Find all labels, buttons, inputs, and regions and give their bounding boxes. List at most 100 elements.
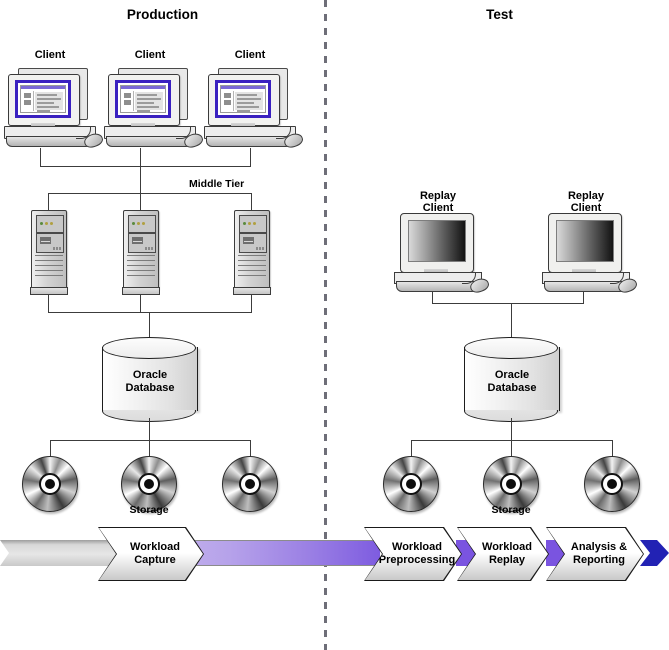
server-base: [30, 287, 68, 295]
database-label-line2: Database: [125, 382, 175, 394]
replay-client-label-1-line1: Replay: [419, 190, 457, 202]
production-storage-disc-1: [22, 456, 78, 512]
server-case: [234, 210, 270, 290]
database-label: Oracle Database: [464, 369, 560, 395]
server-indicator-leds: [145, 247, 153, 250]
server-base: [122, 287, 160, 295]
middletier-server1-uplink: [48, 193, 49, 210]
middle-tier-server-2: [122, 210, 160, 295]
test-storage-disc-3: [584, 456, 640, 512]
server1-downlink: [48, 295, 49, 312]
workload-capture-line1: Workload: [130, 541, 180, 553]
connector-client1-drop: [40, 148, 41, 166]
client-label-1: Client: [34, 49, 66, 61]
database-label-line2: Database: [487, 382, 537, 394]
replay-client-label-2-line1: Replay: [567, 190, 605, 202]
workload-preprocessing-line1: Workload: [392, 541, 442, 553]
window-sidebar: [22, 91, 34, 111]
cylinder-top: [102, 337, 196, 359]
workload-replay-line1: Workload: [482, 541, 532, 553]
section-title-test: Test: [486, 7, 513, 22]
replay-client-bus: [432, 303, 584, 304]
monitor-bezel: [208, 74, 280, 126]
server-case: [31, 210, 67, 290]
test-storage1-uplink: [411, 440, 412, 457]
client-label-3: Client: [234, 49, 266, 61]
server-drive-panel: [128, 233, 156, 253]
server-top-panel: [128, 215, 156, 233]
window-titlebar: [21, 86, 65, 89]
workload-capture-label: Workload Capture: [122, 541, 180, 567]
replay-clients-to-database-link: [511, 303, 512, 337]
test-storage-disc-1: [383, 456, 439, 512]
monitor-screen: [15, 80, 71, 118]
screen-window: [220, 85, 266, 113]
production-storage-label: Storage: [129, 504, 169, 516]
server-top-panel: [36, 215, 64, 233]
database-replay-diagram: Production Test Client Client Client Mid…: [0, 0, 669, 650]
middle-tier-server-1: [30, 210, 68, 295]
server-indicator-leds: [53, 247, 61, 250]
replay-client1-drop: [432, 291, 433, 303]
monitor-bezel: [548, 213, 622, 273]
window-content: [135, 92, 163, 112]
server-drive-bay: [132, 237, 143, 244]
middle-tier-label: Middle Tier: [189, 178, 245, 190]
window-content: [235, 92, 263, 112]
server-base: [233, 287, 271, 295]
server-indicator-leds: [256, 247, 264, 250]
replay-client-label-2: Replay Client: [540, 190, 632, 214]
storage1-uplink: [50, 440, 51, 457]
server-drive-panel: [36, 233, 64, 253]
server-status-leds: [132, 222, 145, 225]
disc-hub: [607, 479, 617, 489]
monitor-screen: [556, 220, 614, 262]
monitor-bezel: [400, 213, 474, 273]
monitor-screen: [408, 220, 466, 262]
production-database: Oracle Database: [102, 337, 198, 423]
server-vents: [238, 255, 266, 285]
middle-tier-server-3: [233, 210, 271, 295]
workload-replay-line2: Replay: [488, 554, 526, 566]
server-drive-panel: [239, 233, 267, 253]
server-drive-bay: [40, 237, 51, 244]
server-status-leds: [40, 222, 53, 225]
database-label: Oracle Database: [102, 369, 198, 395]
server-drive-bay: [243, 237, 254, 244]
disc-hub: [406, 479, 416, 489]
storage-bus: [50, 440, 250, 441]
test-storage2-uplink: [511, 440, 512, 457]
monitor-screen: [215, 80, 271, 118]
connector-client2-drop: [140, 148, 141, 166]
middletier-server3-uplink: [251, 193, 252, 210]
server-status-leds: [243, 222, 256, 225]
monitor-screen: [115, 80, 171, 118]
middletier-top-bus: [48, 193, 252, 194]
database-label-line1: Oracle: [494, 369, 530, 381]
test-database: Oracle Database: [464, 337, 560, 423]
analysis-reporting-line1: Analysis &: [570, 541, 628, 553]
section-title-production: Production: [126, 7, 199, 22]
disc-hub: [45, 479, 55, 489]
storage2-uplink: [149, 440, 150, 457]
analysis-reporting-label: Analysis & Reporting: [563, 541, 627, 567]
connector-client-bus: [40, 166, 251, 167]
server3-downlink: [251, 295, 252, 312]
window-titlebar: [121, 86, 165, 89]
workload-preprocessing-line2: Preprocessing: [378, 554, 456, 566]
workload-replay-label: Workload Replay: [474, 541, 532, 567]
replay-client-label-1: Replay Client: [392, 190, 484, 214]
middletier-server2-uplink: [140, 193, 141, 210]
workload-preprocessing-label: Workload Preprocessing: [371, 541, 455, 567]
test-storage3-uplink: [612, 440, 613, 457]
cylinder-top: [464, 337, 558, 359]
monitor-bezel: [8, 74, 80, 126]
disc-hub: [245, 479, 255, 489]
screen-window: [120, 85, 166, 113]
server-top-panel: [239, 215, 267, 233]
disc-hub: [144, 479, 154, 489]
connector-clients-to-middletier: [140, 166, 141, 193]
window-sidebar: [222, 91, 234, 111]
workload-capture-line2: Capture: [134, 554, 176, 566]
server-case: [123, 210, 159, 290]
